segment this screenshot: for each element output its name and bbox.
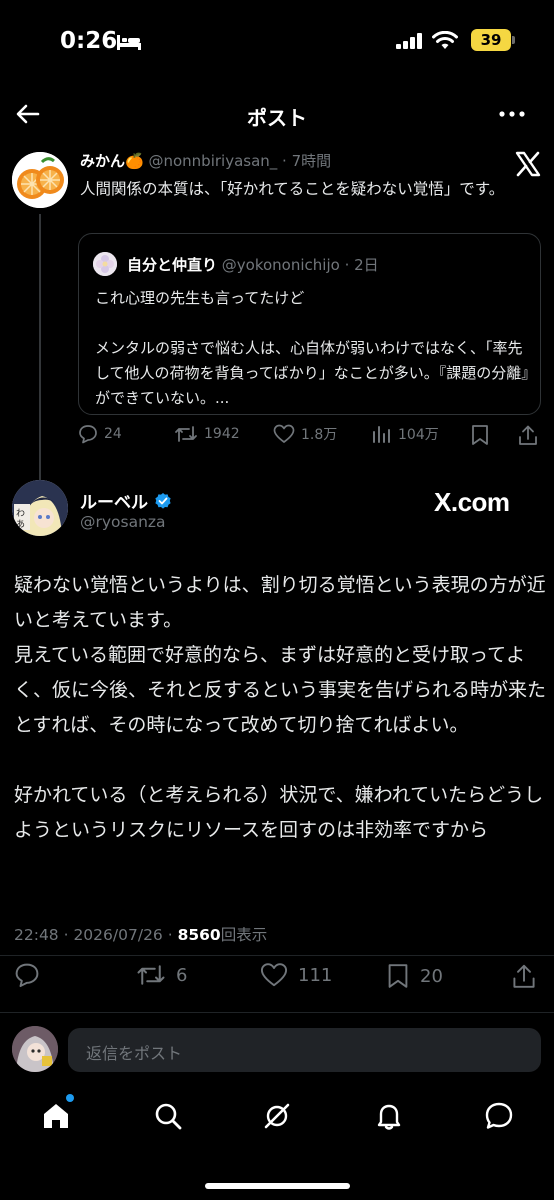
bookmark-icon (388, 964, 408, 988)
quote-avatar (93, 252, 117, 276)
x-logo-icon (515, 151, 541, 177)
signal-icon (396, 33, 422, 49)
quote-text-line1: これ心理の先生も言ってたけど (95, 289, 305, 307)
main-reply-button[interactable] (14, 962, 50, 988)
reply-input[interactable]: 返信をポスト (68, 1028, 541, 1072)
status-bar: 0:26 39 (0, 0, 554, 84)
bottom-nav (0, 1088, 554, 1148)
parent-like-button[interactable]: 1.8万 (273, 424, 337, 444)
main-bookmark-button[interactable]: 20 (386, 962, 443, 990)
divider (0, 1012, 554, 1013)
battery-icon: 39 (471, 29, 511, 51)
main-like-count: 111 (298, 964, 333, 986)
main-repost-button[interactable]: 6 (136, 962, 187, 988)
home-unread-dot (66, 1094, 74, 1102)
main-avatar[interactable]: わ あ (12, 480, 68, 536)
main-author-name[interactable]: ルーベル (80, 488, 148, 513)
notifications-icon[interactable] (373, 1100, 405, 1132)
parent-share-button[interactable] (518, 424, 538, 446)
parent-author-handle[interactable]: @nonnbiriyasan_ · 7時間 (148, 152, 331, 170)
main-post-text: 疑わない覚悟というよりは、割り切る覚悟という表現の方が近いと考えています。 見え… (14, 574, 547, 841)
battery-tip (512, 36, 515, 44)
quote-author-name: 自分と仲直り (127, 256, 218, 274)
parent-views-button[interactable]: 104万 (372, 424, 439, 444)
search-icon[interactable] (152, 1100, 184, 1132)
reply-icon (15, 963, 39, 988)
home-indicator (205, 1183, 350, 1189)
divider (0, 955, 554, 956)
anime-avatar-image: わ あ (12, 480, 68, 536)
parent-views-count: 104万 (398, 427, 439, 443)
svg-text:わ: わ (16, 508, 25, 519)
post-views-count[interactable]: 8560 (178, 926, 221, 944)
parent-repost-count: 1942 (204, 426, 240, 442)
parent-like-count: 1.8万 (301, 427, 338, 443)
main-author-name-row[interactable]: ルーベル (80, 488, 172, 513)
parent-avatar[interactable] (12, 152, 68, 208)
grok-icon[interactable] (261, 1100, 293, 1132)
main-action-bar: 6 111 20 (0, 962, 554, 998)
top-header: ポスト (0, 92, 554, 138)
post-views-label: 回表示 (220, 926, 268, 944)
status-time: 0:26 (60, 28, 118, 54)
quote-header: 自分と仲直り @yokononichijo · 2日 (127, 254, 379, 275)
parent-reply-button[interactable]: 24 (78, 424, 122, 444)
main-repost-count: 6 (176, 964, 188, 986)
post-meta: 22:48 · 2026/07/26 · 8560回表示 (14, 923, 267, 945)
reply-icon (79, 425, 97, 444)
more-icon[interactable] (497, 100, 527, 128)
heart-icon (273, 424, 295, 443)
messages-icon[interactable] (483, 1100, 515, 1132)
wifi-icon (432, 31, 458, 49)
my-avatar-image (12, 1026, 58, 1072)
parent-action-bar: 24 1942 1.8万 104万 (78, 424, 548, 452)
main-author-handle[interactable]: @ryosanza (80, 513, 166, 531)
heart-icon (260, 963, 288, 987)
flower-avatar-image (93, 252, 117, 276)
parent-repost-button[interactable]: 1942 (174, 424, 240, 444)
main-like-button[interactable]: 111 (260, 962, 332, 988)
share-icon (513, 964, 535, 988)
orange-avatar-image (12, 152, 68, 208)
verified-badge-icon (155, 492, 171, 509)
my-avatar[interactable] (12, 1026, 58, 1072)
repost-icon (137, 965, 165, 985)
thread-line (39, 214, 41, 480)
quoted-post-card[interactable]: 自分と仲直り @yokononichijo · 2日 これ心理の先生も言ってたけ… (78, 233, 541, 415)
post-detail-screen: 0:26 39 ポスト みかん🍊 @nonnbiriyasan_ · 7時間 人… (0, 0, 554, 1200)
bed-icon (117, 35, 141, 50)
reply-placeholder: 返信をポスト (86, 1044, 183, 1063)
page-title: ポスト (247, 106, 307, 130)
repost-icon (175, 426, 197, 442)
post-timestamp: 22:48 · 2026/07/26 · (14, 926, 178, 944)
home-icon[interactable] (40, 1100, 72, 1132)
views-icon (373, 426, 390, 443)
parent-author-name[interactable]: みかん🍊 (80, 152, 144, 170)
bookmark-icon (472, 425, 488, 445)
main-share-button[interactable] (512, 962, 536, 990)
xcom-brand: X.com (434, 487, 510, 517)
parent-post-header: みかん🍊 @nonnbiriyasan_ · 7時間 (80, 150, 331, 171)
svg-text:あ: あ (16, 519, 25, 530)
quote-text: これ心理の先生も言ってたけど メンタルの弱さで悩む人は、心自体が弱いわけではなく… (95, 286, 531, 411)
quote-text-line2: メンタルの弱さで悩む人は、心自体が弱いわけではなく、「率先して他人の荷物を背負っ… (95, 339, 529, 407)
quote-author-handle: @yokononichijo · 2日 (221, 256, 379, 274)
share-icon (519, 425, 537, 445)
quote-spacer (95, 311, 531, 336)
main-bookmark-count: 20 (420, 965, 443, 987)
parent-bookmark-button[interactable] (470, 424, 490, 446)
parent-reply-count: 24 (104, 426, 122, 442)
parent-post-text: 人間関係の本質は、「好かれてることを疑わない覚悟」です。 (80, 180, 505, 198)
